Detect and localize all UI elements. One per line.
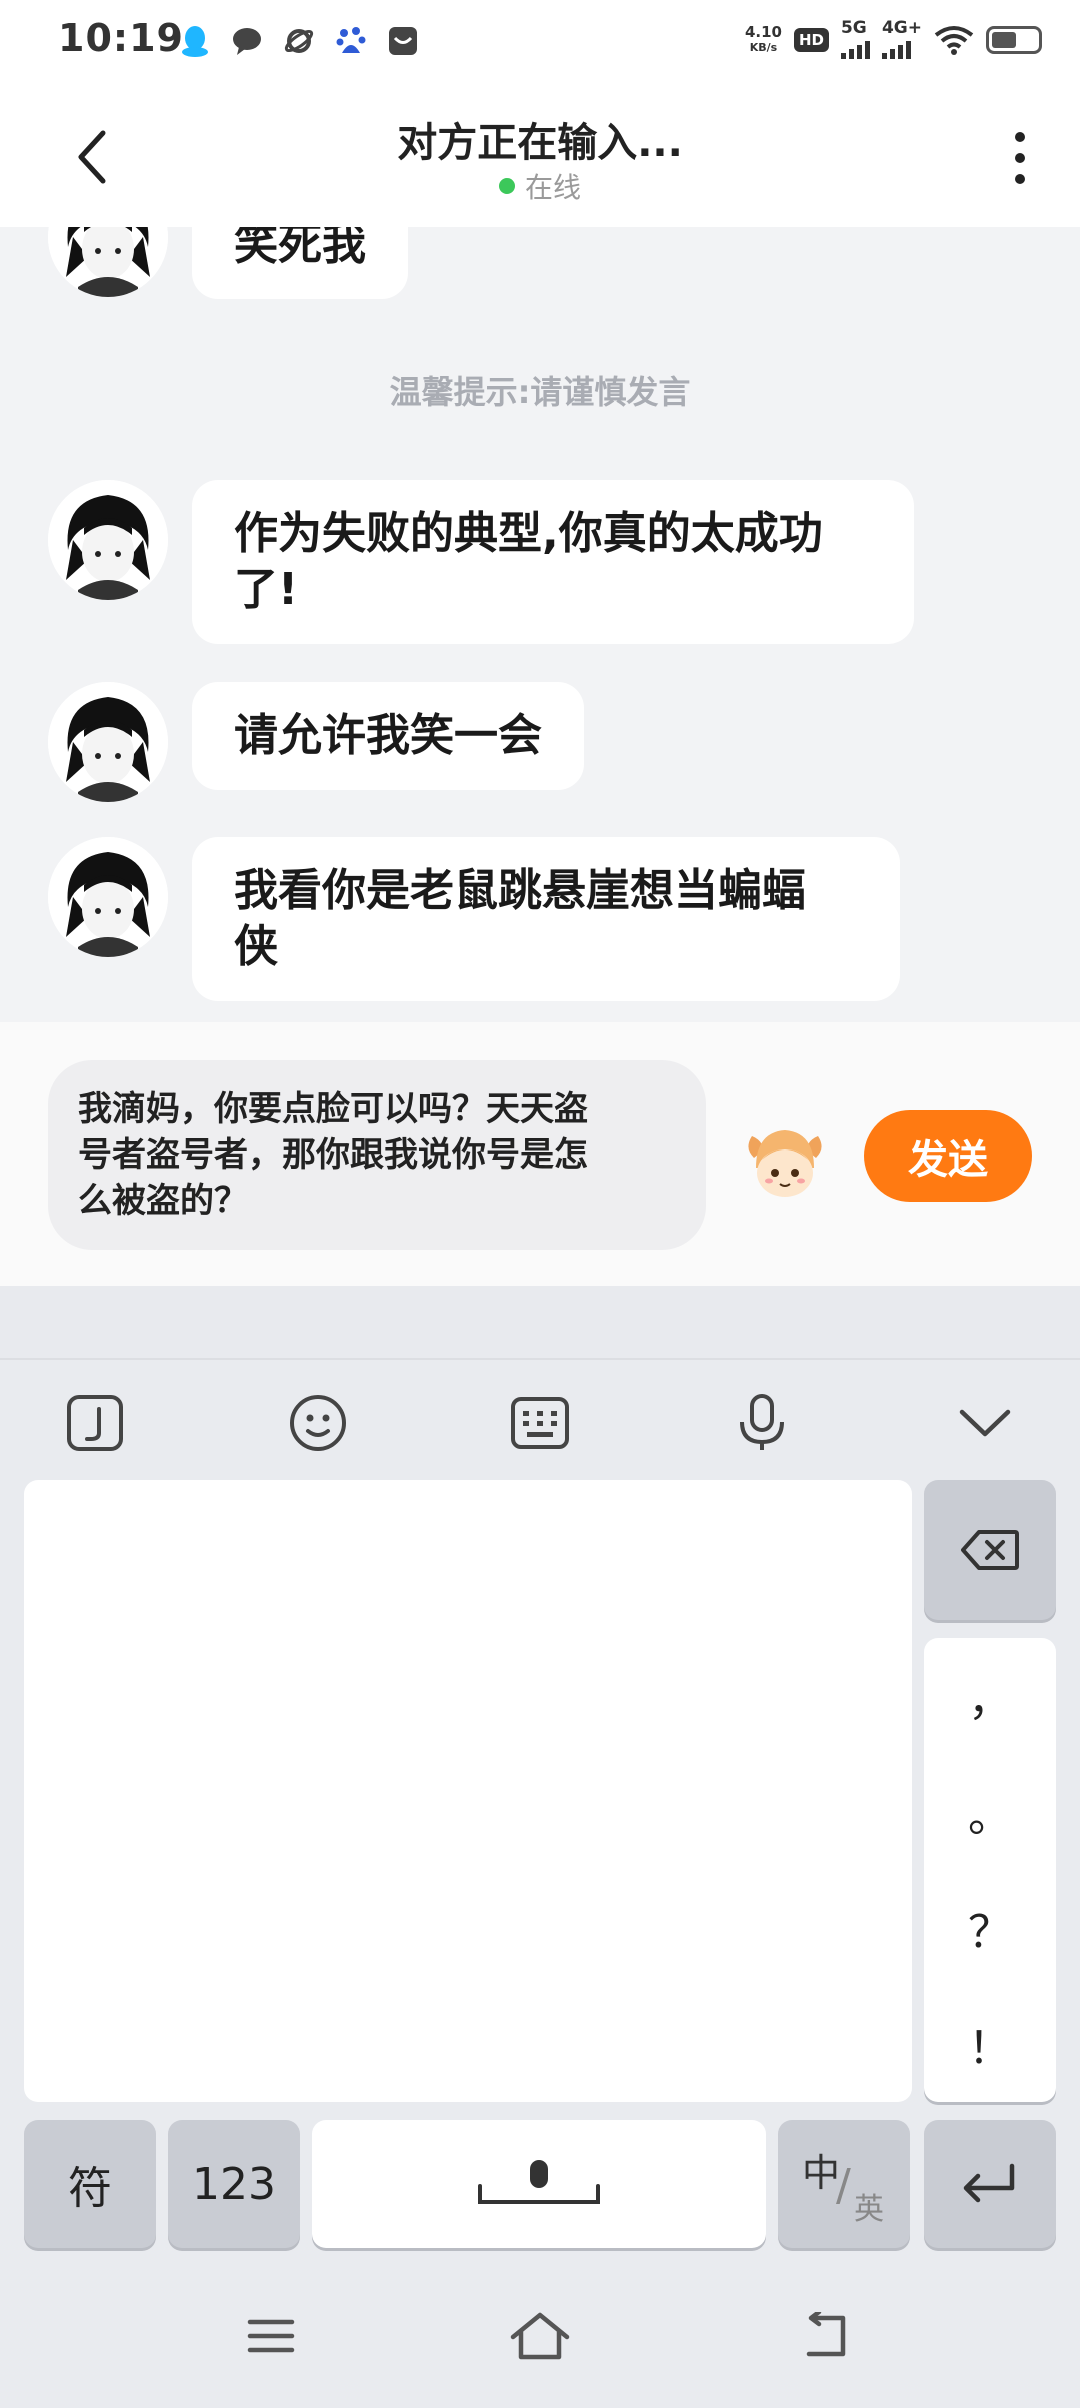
comma-key[interactable]: ，	[924, 1638, 1056, 1754]
message-bubble[interactable]: 笑死我	[192, 227, 408, 299]
online-status-label: 在线	[524, 171, 581, 204]
more-dot	[1015, 132, 1025, 142]
battery-icon	[986, 25, 1042, 54]
more-dot	[1015, 174, 1025, 184]
baidu-icon	[334, 24, 368, 58]
symbols-key[interactable]: 符	[24, 2120, 156, 2248]
message-text: 作为失败的典型,你真的太成功	[234, 508, 823, 559]
keyboard: ， 。 ？ ！ 符 123 中 / 英	[0, 1358, 1080, 2262]
net-speed-unit: KB/s	[749, 40, 778, 54]
message-bubble[interactable]: 请允许我笑一会	[192, 682, 584, 790]
keyboard-icon[interactable]	[507, 1390, 573, 1456]
avatar[interactable]	[48, 480, 168, 600]
home-nav-button[interactable]	[505, 2306, 575, 2366]
punctuation-column: ， 。 ？ ！	[924, 1638, 1056, 2102]
zh-label: 中	[802, 2151, 841, 2195]
sim2-label: 4G+	[881, 18, 922, 38]
more-dot	[1015, 153, 1025, 163]
net-speed: 4.10 KB/s	[744, 22, 782, 55]
message-text: 侠	[234, 921, 278, 972]
enter-key[interactable]	[924, 2120, 1056, 2248]
online-status: 在线	[0, 166, 1080, 206]
signal-bars-icon	[840, 37, 870, 59]
signal-bars-icon	[881, 37, 911, 59]
hd-badge: HD	[793, 27, 829, 52]
backspace-icon	[961, 1530, 1019, 1570]
space-key[interactable]	[312, 2120, 766, 2248]
more-options-button[interactable]	[1000, 126, 1040, 190]
notification-icons	[178, 24, 420, 58]
back-return-icon	[806, 2312, 846, 2357]
space-microphone-icon	[478, 2160, 600, 2204]
message-text: 请允许我笑一会	[234, 710, 542, 761]
home-icon	[510, 2312, 570, 2360]
planet-icon	[282, 24, 316, 58]
message-text: 了!	[234, 564, 299, 615]
safety-tip: 温馨提示:请谨慎发言	[389, 373, 691, 411]
wifi-icon	[934, 23, 974, 57]
en-label: 英	[854, 2192, 884, 2227]
battery-fill	[992, 31, 1017, 48]
menu-nav-button[interactable]	[236, 2306, 306, 2366]
mascot-emoji-icon[interactable]	[740, 1118, 830, 1208]
sim1-signal: 5G	[840, 18, 870, 59]
mail-icon	[386, 24, 420, 58]
send-button[interactable]: 发送	[864, 1110, 1032, 1202]
net-speed-value: 4.10	[744, 22, 782, 41]
period-key[interactable]: 。	[924, 1754, 1056, 1870]
sim1-label: 5G	[840, 18, 867, 38]
exclamation-key[interactable]: ！	[924, 1986, 1056, 2102]
avatar[interactable]	[48, 837, 168, 957]
chat-message-list[interactable]: 笑死我 温馨提示:请谨慎发言 作为失败的典型,你真的太成功 了! 请允许我笑一会…	[0, 227, 1080, 1022]
input-text-line: 么被盗的？	[78, 1181, 248, 1221]
back-nav-button[interactable]	[790, 2306, 860, 2366]
page-title: 对方正在输入...	[397, 120, 683, 166]
zh-en-switch-key[interactable]: 中 / 英	[778, 2120, 910, 2248]
input-text-line: 我滴妈，你要点脸可以吗？天天盗	[78, 1089, 588, 1129]
avatar[interactable]	[48, 682, 168, 802]
status-right: 4.10 KB/s HD 5G 4G+	[745, 20, 1042, 59]
numbers-key[interactable]: 123	[168, 2120, 300, 2248]
handwriting-icon[interactable]	[62, 1390, 128, 1456]
message-bubble[interactable]: 作为失败的典型,你真的太成功 了!	[192, 480, 914, 644]
backspace-key[interactable]	[924, 1480, 1056, 1620]
avatar[interactable]	[48, 227, 168, 297]
input-text-line: 号者盗号者，那你跟我说你号是怎	[78, 1135, 588, 1175]
message-input-bar: 我滴妈，你要点脸可以吗？天天盗 号者盗号者，那你跟我说你号是怎 么被盗的？ 发送	[0, 1022, 1080, 1286]
message-text: 我看你是老鼠跳悬崖想当蝙蝠	[234, 865, 806, 916]
menu-icon	[247, 2319, 295, 2353]
message-icon	[230, 24, 264, 58]
keyboard-toolbar	[0, 1360, 1080, 1480]
online-dot-icon	[498, 178, 515, 194]
handwriting-pad[interactable]	[24, 1480, 912, 2102]
sim2-signal: 4G+	[881, 18, 922, 59]
qq-icon	[178, 24, 212, 58]
system-nav-bar	[0, 2262, 1080, 2408]
message-bubble[interactable]: 我看你是老鼠跳悬崖想当蝙蝠 侠	[192, 837, 900, 1001]
message-text: 笑死我	[234, 227, 366, 270]
status-bar: 10:19 4.10 KB/s HD 5G 4G+	[0, 0, 1080, 82]
chat-header: 对方正在输入... 在线	[0, 82, 1080, 227]
enter-icon	[963, 2163, 1015, 2203]
status-time: 10:19	[58, 16, 184, 60]
microphone-icon[interactable]	[729, 1390, 795, 1456]
keyboard-spacer	[0, 1286, 1080, 1358]
slash-label: /	[836, 2160, 851, 2211]
message-input[interactable]: 我滴妈，你要点脸可以吗？天天盗 号者盗号者，那你跟我说你号是怎 么被盗的？	[48, 1060, 706, 1250]
question-key[interactable]: ？	[924, 1870, 1056, 1986]
emoji-icon[interactable]	[285, 1390, 351, 1456]
collapse-chevron-icon[interactable]	[952, 1390, 1018, 1456]
